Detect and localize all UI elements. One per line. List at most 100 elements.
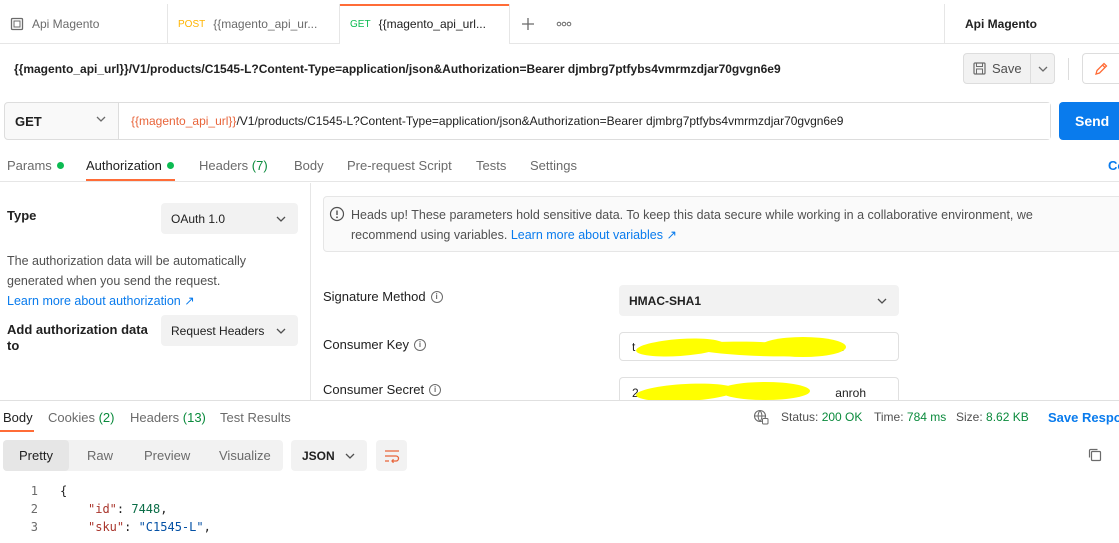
view-mode-segmented: Pretty Raw Preview Visualize [3, 440, 283, 471]
warning-icon [329, 206, 345, 222]
send-button[interactable]: Send [1059, 102, 1119, 140]
divider [1068, 58, 1069, 80]
new-tab-button[interactable] [510, 4, 546, 44]
wrap-lines-button[interactable] [376, 440, 407, 471]
tab-bar: Api Magento POST {{magento_api_ur... GET… [0, 4, 1119, 44]
signature-method-select[interactable]: HMAC-SHA1 [619, 285, 899, 316]
info-icon[interactable]: i [429, 383, 442, 396]
consumer-secret-input[interactable]: 2 anroh [619, 377, 899, 400]
ellipsis-icon [556, 21, 572, 27]
consumer-key-label: Consumer Key i [323, 337, 426, 352]
time-label: Time: [874, 410, 904, 424]
json-key: "sku" [88, 520, 125, 534]
tab-authorization[interactable]: Authorization [86, 158, 174, 173]
signature-method-label: Signature Method i [323, 289, 443, 304]
json-value: 7448 [131, 502, 161, 516]
environment-selector[interactable]: Api Magento [944, 4, 1119, 44]
status-dot-icon [56, 162, 64, 169]
copy-icon[interactable] [1087, 447, 1103, 463]
tab-post-request[interactable]: POST {{magento_api_ur... [168, 4, 340, 44]
json-value: "C1545-L" [138, 520, 204, 534]
response-time: Time: 784 ms [874, 410, 946, 424]
chevron-down-icon [877, 298, 887, 304]
response-tabs: Body Cookies (2) Headers (13) Test Resul… [0, 400, 1119, 432]
url-variable: {{magento_api_url}} [131, 114, 237, 128]
tab-tests[interactable]: Tests [476, 158, 506, 173]
more-tabs-button[interactable] [546, 4, 582, 44]
view-raw[interactable]: Raw [71, 440, 129, 471]
signature-method-text: Signature Method [323, 289, 426, 304]
redaction-mark [720, 382, 810, 400]
response-tab-cookies[interactable]: Cookies (2) [48, 410, 114, 425]
consumer-key-value-start: t [632, 340, 636, 354]
format-select[interactable]: JSON [291, 440, 367, 471]
code-line: 1 { [0, 482, 1119, 500]
pencil-icon [1095, 62, 1108, 75]
cookies-link[interactable]: Co [1108, 158, 1119, 173]
workspace-icon [10, 17, 24, 31]
view-pretty[interactable]: Pretty [3, 440, 69, 471]
learn-more-auth-link[interactable]: Learn more about authorization ↗ [7, 294, 195, 308]
line-number: 3 [30, 520, 38, 534]
response-tab-headers[interactable]: Headers (13) [130, 410, 206, 425]
tab-get-request[interactable]: GET {{magento_api_url... [340, 4, 510, 44]
response-size: Size: 8.62 KB [956, 410, 1029, 424]
add-auth-to-select[interactable]: Request Headers [161, 315, 298, 346]
globe-icon[interactable] [753, 409, 769, 425]
url-bar: GET {{magento_api_url}}/V1/products/C154… [4, 102, 1051, 140]
consumer-secret-label: Consumer Secret i [323, 382, 442, 397]
auth-type-select[interactable]: OAuth 1.0 [161, 203, 298, 234]
consumer-secret-value-end: anroh [835, 386, 866, 400]
method-value: GET [15, 113, 42, 129]
auth-help: The authorization data will be automatic… [7, 251, 287, 311]
save-response-button[interactable]: Save Respo [1048, 410, 1119, 425]
consumer-key-text: Consumer Key [323, 337, 409, 352]
panel-divider [310, 183, 311, 400]
method-select[interactable]: GET [5, 103, 119, 139]
time-value: 784 ms [906, 410, 947, 424]
info-icon[interactable]: i [413, 338, 426, 351]
line-number: 2 [30, 502, 38, 516]
tab-label: {{magento_api_ur... [213, 17, 318, 31]
save-options-button[interactable] [1031, 53, 1055, 84]
response-body-code[interactable]: 1 { 2 "id": 7448, 3 "sku": "C1545-L", [0, 482, 1119, 536]
size-label: Size: [956, 410, 983, 424]
environment-name: Api Magento [965, 17, 1037, 31]
learn-more-variables-link[interactable]: Learn more about variables ↗ [511, 228, 677, 242]
url-path: /V1/products/C1545-L?Content-Type=applic… [236, 114, 844, 128]
chevron-down-icon [276, 216, 286, 222]
add-auth-to-value: Request Headers [171, 323, 265, 338]
tab-api-magento[interactable]: Api Magento [0, 4, 168, 44]
headers-count: (7) [251, 158, 268, 173]
tab-prerequest-script[interactable]: Pre-request Script [347, 158, 452, 173]
line-number: 1 [30, 484, 38, 498]
consumer-secret-text: Consumer Secret [323, 382, 425, 397]
code-text: "sku": "C1545-L", [88, 520, 211, 534]
tab-method: GET [350, 18, 371, 30]
plus-icon [522, 18, 534, 30]
signature-method-value: HMAC-SHA1 [629, 293, 701, 308]
request-title[interactable]: {{magento_api_url}}/V1/products/C1545-L?… [14, 62, 781, 76]
tab-params[interactable]: Params [7, 158, 64, 173]
tab-headers[interactable]: Headers (7) [199, 158, 268, 173]
tab-label: {{magento_api_url... [378, 17, 486, 31]
response-tab-test-results[interactable]: Test Results [220, 410, 291, 425]
response-cookies-count: (2) [98, 410, 115, 425]
view-preview[interactable]: Preview [128, 440, 206, 471]
view-visualize[interactable]: Visualize [203, 440, 287, 471]
info-icon[interactable]: i [430, 290, 443, 303]
url-input[interactable]: {{magento_api_url}}/V1/products/C1545-L?… [119, 103, 1050, 139]
send-label: Send [1075, 113, 1110, 129]
response-tab-body[interactable]: Body [3, 410, 33, 425]
edit-button[interactable] [1082, 53, 1119, 84]
code-text: "id": 7448, [88, 502, 168, 516]
json-key: "id" [88, 502, 117, 516]
tab-settings[interactable]: Settings [530, 158, 577, 173]
tab-label: Api Magento [32, 17, 100, 31]
active-tab-indicator [86, 179, 175, 181]
save-button[interactable]: Save [963, 53, 1031, 84]
request-title-row: {{magento_api_url}}/V1/products/C1545-L?… [0, 44, 1119, 92]
chevron-down-icon [96, 116, 106, 122]
consumer-key-input[interactable]: t rn [619, 332, 899, 361]
tab-body[interactable]: Body [294, 158, 324, 173]
